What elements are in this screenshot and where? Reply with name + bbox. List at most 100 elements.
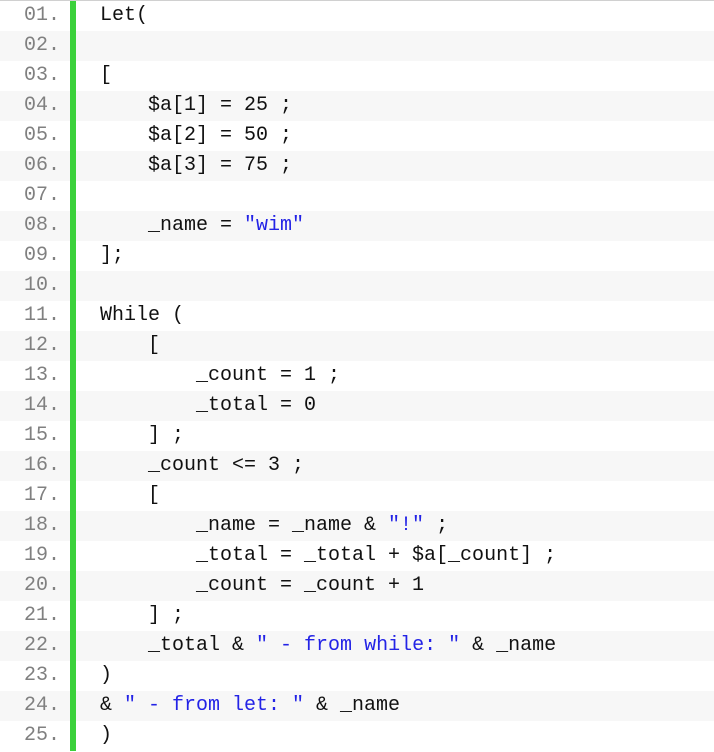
code-content[interactable]: ) bbox=[76, 721, 714, 751]
code-token: _name = bbox=[148, 214, 244, 237]
indent bbox=[100, 454, 148, 477]
code-line[interactable]: 02. bbox=[0, 31, 714, 61]
code-line[interactable]: 03.[ bbox=[0, 61, 714, 91]
code-content[interactable]: While ( bbox=[76, 301, 714, 331]
indent bbox=[100, 154, 148, 177]
line-number: 15. bbox=[0, 421, 70, 451]
code-content[interactable]: ] ; bbox=[76, 421, 714, 451]
line-number: 19. bbox=[0, 541, 70, 571]
indent bbox=[100, 604, 148, 627]
line-number: 03. bbox=[0, 61, 70, 91]
code-token: $a[3] = 75 ; bbox=[148, 154, 292, 177]
line-number: 05. bbox=[0, 121, 70, 151]
code-content[interactable]: _count = 1 ; bbox=[76, 361, 714, 391]
code-line[interactable]: 25.) bbox=[0, 721, 714, 751]
line-number: 04. bbox=[0, 91, 70, 121]
code-line[interactable]: 18. _name = _name & "!" ; bbox=[0, 511, 714, 541]
code-line[interactable]: 13. _count = 1 ; bbox=[0, 361, 714, 391]
code-line[interactable]: 06. $a[3] = 75 ; bbox=[0, 151, 714, 181]
line-number: 02. bbox=[0, 31, 70, 61]
code-token: ] ; bbox=[148, 424, 184, 447]
code-content[interactable]: [ bbox=[76, 331, 714, 361]
line-number: 21. bbox=[0, 601, 70, 631]
code-content[interactable]: _count = _count + 1 bbox=[76, 571, 714, 601]
code-token: _total = _total + $a[_count] ; bbox=[196, 544, 556, 567]
code-token: [ bbox=[148, 484, 160, 507]
indent bbox=[100, 484, 148, 507]
code-content[interactable]: _total = 0 bbox=[76, 391, 714, 421]
indent bbox=[100, 544, 196, 567]
code-line[interactable]: 17. [ bbox=[0, 481, 714, 511]
code-token: & _name bbox=[460, 634, 556, 657]
string-literal: " - from while: " bbox=[256, 634, 460, 657]
code-line[interactable]: 12. [ bbox=[0, 331, 714, 361]
code-line[interactable]: 15. ] ; bbox=[0, 421, 714, 451]
code-content[interactable]: ) bbox=[76, 661, 714, 691]
code-line[interactable]: 04. $a[1] = 25 ; bbox=[0, 91, 714, 121]
code-line[interactable]: 24.& " - from let: " & _name bbox=[0, 691, 714, 721]
line-number: 14. bbox=[0, 391, 70, 421]
line-number: 07. bbox=[0, 181, 70, 211]
indent bbox=[100, 514, 196, 537]
code-editor[interactable]: 01.Let(02.03.[04. $a[1] = 25 ;05. $a[2] … bbox=[0, 0, 714, 751]
code-token: ) bbox=[100, 724, 112, 747]
code-content[interactable]: _total & " - from while: " & _name bbox=[76, 631, 714, 661]
code-token: Let( bbox=[100, 4, 148, 27]
indent bbox=[100, 574, 196, 597]
code-line[interactable]: 20. _count = _count + 1 bbox=[0, 571, 714, 601]
code-token: _total & bbox=[148, 634, 256, 657]
code-line[interactable]: 21. ] ; bbox=[0, 601, 714, 631]
code-content[interactable]: $a[3] = 75 ; bbox=[76, 151, 714, 181]
code-content[interactable]: _count <= 3 ; bbox=[76, 451, 714, 481]
line-number: 17. bbox=[0, 481, 70, 511]
code-content[interactable]: $a[2] = 50 ; bbox=[76, 121, 714, 151]
code-line[interactable]: 23.) bbox=[0, 661, 714, 691]
line-number: 16. bbox=[0, 451, 70, 481]
line-number: 09. bbox=[0, 241, 70, 271]
line-number: 13. bbox=[0, 361, 70, 391]
line-number: 11. bbox=[0, 301, 70, 331]
line-number: 08. bbox=[0, 211, 70, 241]
indent bbox=[100, 394, 196, 417]
indent bbox=[100, 214, 148, 237]
code-token: $a[1] = 25 ; bbox=[148, 94, 292, 117]
code-line[interactable]: 19. _total = _total + $a[_count] ; bbox=[0, 541, 714, 571]
code-content[interactable]: _name = "wim" bbox=[76, 211, 714, 241]
code-content[interactable]: & " - from let: " & _name bbox=[76, 691, 714, 721]
code-token: & bbox=[100, 694, 124, 717]
code-line[interactable]: 16. _count <= 3 ; bbox=[0, 451, 714, 481]
code-token: ) bbox=[100, 664, 112, 687]
string-literal: " - from let: " bbox=[124, 694, 304, 717]
code-line[interactable]: 09.]; bbox=[0, 241, 714, 271]
code-content[interactable]: ]; bbox=[76, 241, 714, 271]
code-token: _name = _name & bbox=[196, 514, 388, 537]
line-number: 20. bbox=[0, 571, 70, 601]
code-token: [ bbox=[148, 334, 160, 357]
indent bbox=[100, 634, 148, 657]
line-number: 25. bbox=[0, 721, 70, 751]
code-content[interactable]: Let( bbox=[76, 1, 714, 31]
code-line[interactable]: 22. _total & " - from while: " & _name bbox=[0, 631, 714, 661]
code-content[interactable] bbox=[76, 31, 714, 61]
line-number: 12. bbox=[0, 331, 70, 361]
indent bbox=[100, 94, 148, 117]
code-content[interactable]: [ bbox=[76, 61, 714, 91]
code-content[interactable]: _total = _total + $a[_count] ; bbox=[76, 541, 714, 571]
line-number: 10. bbox=[0, 271, 70, 301]
indent bbox=[100, 424, 148, 447]
code-content[interactable]: _name = _name & "!" ; bbox=[76, 511, 714, 541]
code-line[interactable]: 08. _name = "wim" bbox=[0, 211, 714, 241]
code-content[interactable]: ] ; bbox=[76, 601, 714, 631]
code-line[interactable]: 10. bbox=[0, 271, 714, 301]
code-content[interactable]: $a[1] = 25 ; bbox=[76, 91, 714, 121]
code-line[interactable]: 07. bbox=[0, 181, 714, 211]
code-line[interactable]: 05. $a[2] = 50 ; bbox=[0, 121, 714, 151]
code-content[interactable]: [ bbox=[76, 481, 714, 511]
code-line[interactable]: 01.Let( bbox=[0, 1, 714, 31]
code-content[interactable] bbox=[76, 271, 714, 301]
code-content[interactable] bbox=[76, 181, 714, 211]
code-line[interactable]: 14. _total = 0 bbox=[0, 391, 714, 421]
code-token: While ( bbox=[100, 304, 184, 327]
code-line[interactable]: 11. While ( bbox=[0, 301, 714, 331]
line-number: 23. bbox=[0, 661, 70, 691]
